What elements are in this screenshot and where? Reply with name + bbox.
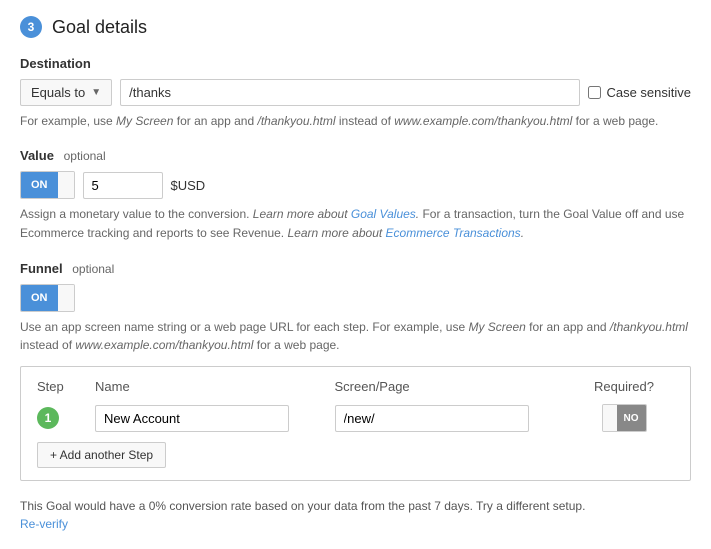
funnel-section: Funnel optional ON Use an app screen nam… xyxy=(20,261,691,481)
assign-text: Assign a monetary value to the conversio… xyxy=(20,205,691,243)
case-sensitive-wrap: Case sensitive xyxy=(588,85,691,100)
destination-label: Destination xyxy=(20,56,691,71)
funnel-toggle[interactable]: ON xyxy=(20,284,75,312)
value-toggle[interactable]: ON xyxy=(20,171,75,199)
re-verify-link[interactable]: Re-verify xyxy=(20,517,68,531)
case-sensitive-checkbox[interactable] xyxy=(588,86,601,99)
required-toggle-yes[interactable] xyxy=(603,405,617,431)
step-required-cell: NO xyxy=(574,404,674,432)
step-num-badge: 1 xyxy=(37,407,59,429)
step-number-cell: 1 xyxy=(37,407,87,429)
funnel-toggle-off[interactable] xyxy=(58,285,74,311)
required-toggle-no[interactable]: NO xyxy=(617,405,646,431)
step-name-input[interactable] xyxy=(95,405,289,432)
value-section: Value optional ON $USD Assign a monetary… xyxy=(20,148,691,243)
value-optional: optional xyxy=(64,149,106,163)
funnel-hint: Use an app screen name string or a web p… xyxy=(20,318,691,354)
page-header: 3 Goal details xyxy=(20,16,691,38)
page-title: Goal details xyxy=(52,17,147,38)
footer-note-text: This Goal would have a 0% conversion rat… xyxy=(20,499,585,513)
step-screen-cell xyxy=(335,405,567,432)
value-amount-input[interactable] xyxy=(83,172,163,199)
funnel-toggle-on[interactable]: ON xyxy=(21,285,58,311)
col-step-header: Step xyxy=(37,379,87,394)
value-input-row: ON $USD xyxy=(20,171,691,199)
col-required-header: Required? xyxy=(574,379,674,394)
funnel-toggle-row: ON xyxy=(20,284,691,312)
equals-to-dropdown[interactable]: Equals to ▼ xyxy=(20,79,112,106)
goal-values-link[interactable]: Goal Values xyxy=(351,207,416,221)
col-name-header: Name xyxy=(95,379,327,394)
funnel-optional: optional xyxy=(72,262,114,276)
footer-note: This Goal would have a 0% conversion rat… xyxy=(20,497,691,533)
step-screen-input[interactable] xyxy=(335,405,529,432)
step-badge: 3 xyxy=(20,16,42,38)
dropdown-arrow-icon: ▼ xyxy=(91,87,101,98)
funnel-header-row: Step Name Screen/Page Required? xyxy=(37,379,674,394)
ecommerce-link[interactable]: Ecommerce Transactions xyxy=(386,226,521,240)
col-screen-header: Screen/Page xyxy=(335,379,567,394)
destination-url-input[interactable] xyxy=(120,79,580,106)
case-sensitive-label: Case sensitive xyxy=(606,85,691,100)
value-toggle-on[interactable]: ON xyxy=(21,172,58,198)
value-label: Value optional xyxy=(20,148,691,163)
table-row: 1 NO xyxy=(37,404,674,432)
funnel-table: Step Name Screen/Page Required? 1 NO + A xyxy=(20,366,691,481)
required-toggle[interactable]: NO xyxy=(602,404,647,432)
funnel-label: Funnel optional xyxy=(20,261,691,276)
step-name-cell xyxy=(95,405,327,432)
destination-row: Equals to ▼ Case sensitive xyxy=(20,79,691,106)
currency-label: $USD xyxy=(171,178,206,193)
destination-section: Destination Equals to ▼ Case sensitive F… xyxy=(20,56,691,130)
value-toggle-off[interactable] xyxy=(58,172,74,198)
destination-hint: For example, use My Screen for an app an… xyxy=(20,112,691,130)
add-step-button[interactable]: + Add another Step xyxy=(37,442,166,468)
